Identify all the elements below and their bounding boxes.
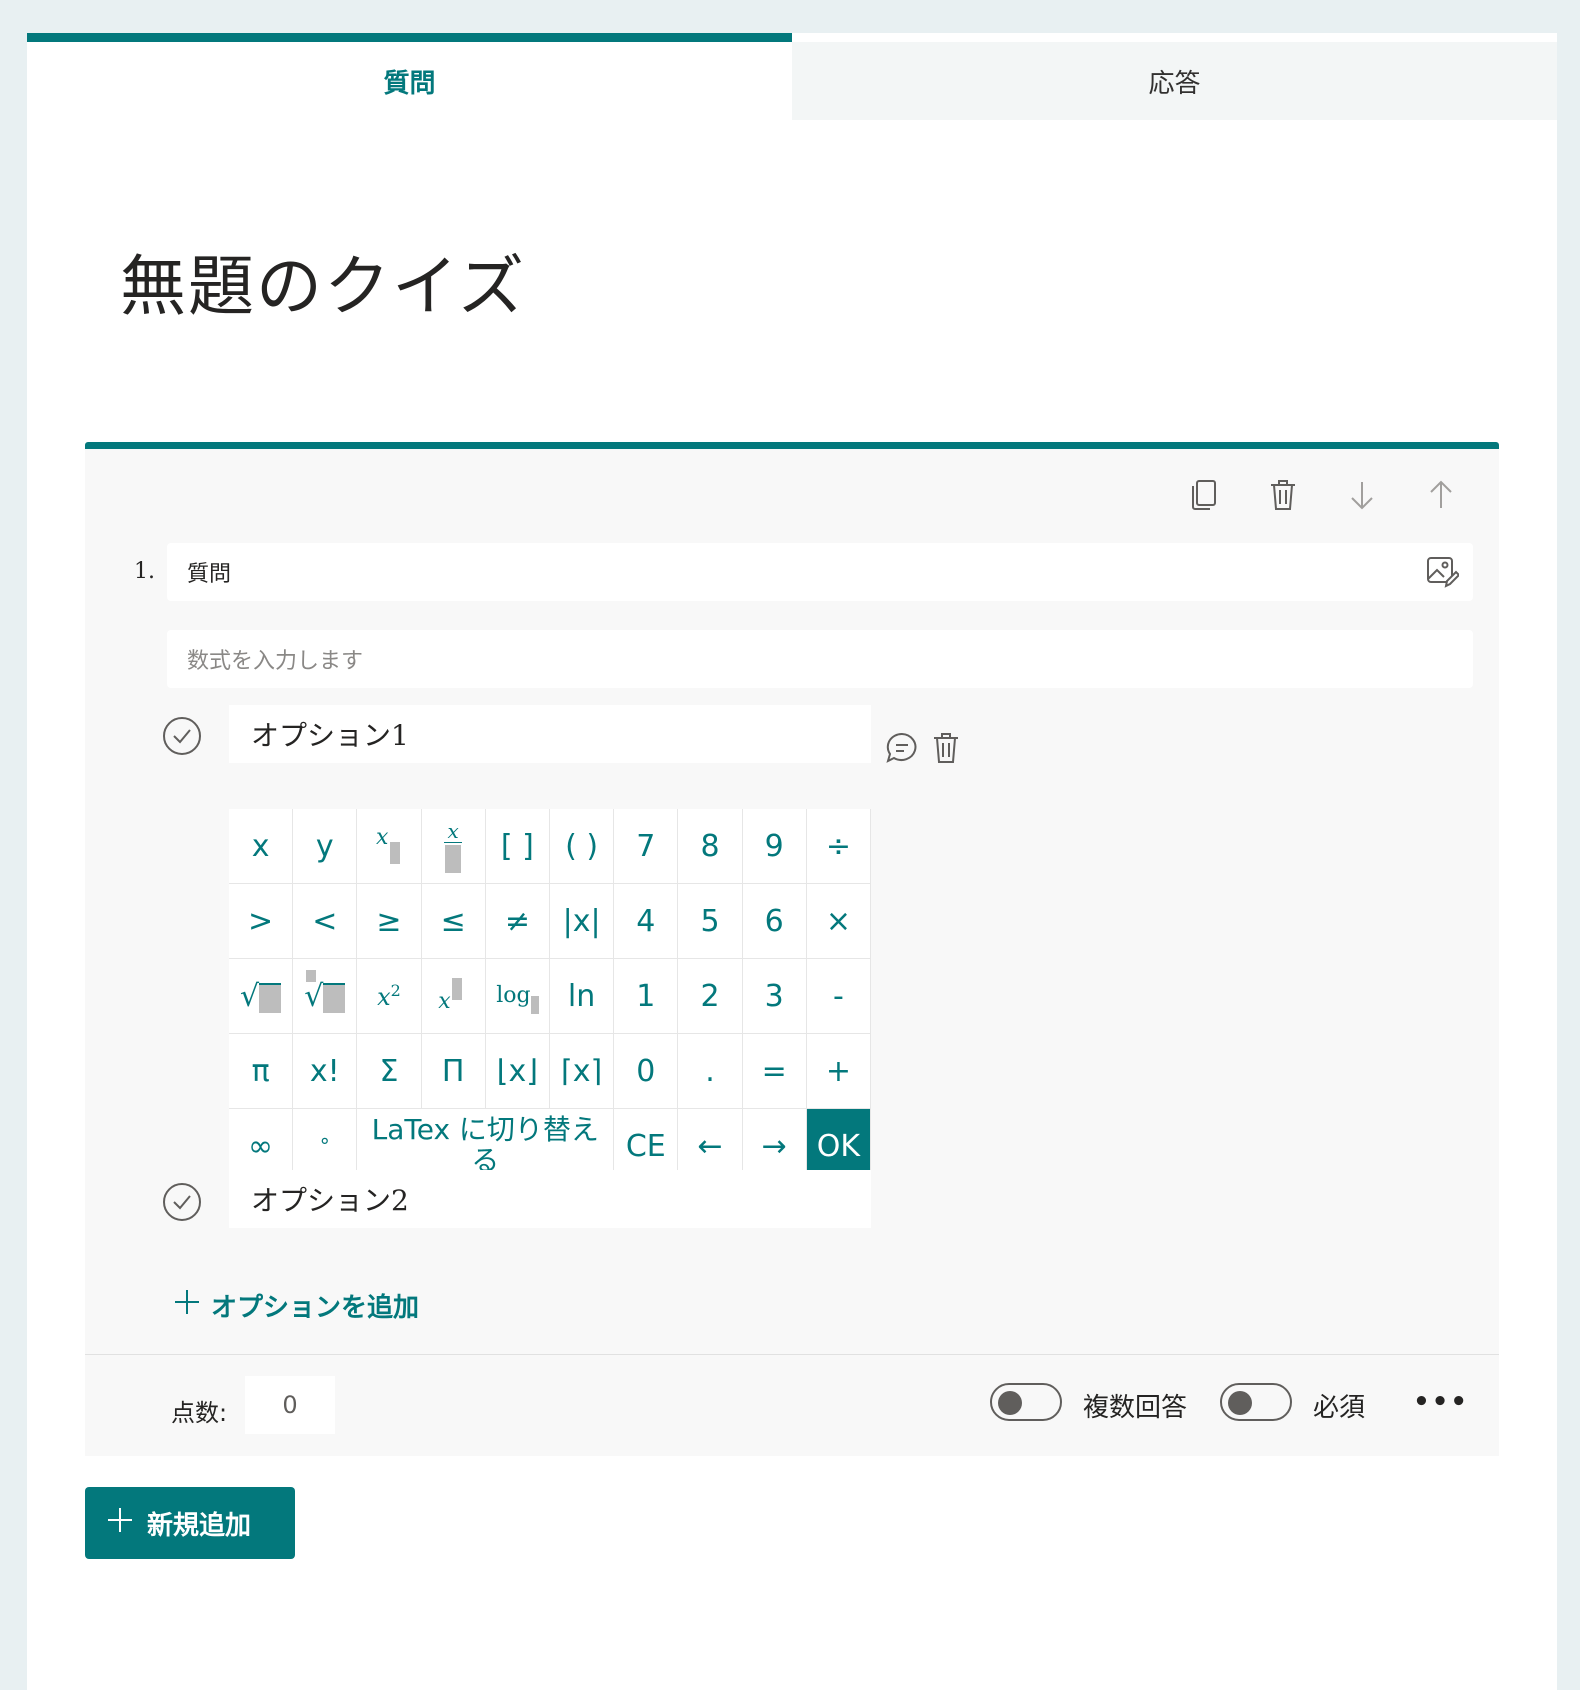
key-factorial[interactable]: x! [293,1034,358,1109]
key-less-equal[interactable]: ≤ [421,884,486,959]
key-greater-equal[interactable]: ≥ [357,884,422,959]
key-log-label: log [496,982,531,1008]
key-5[interactable]: 5 [678,884,743,959]
tab-questions[interactable]: 質問 [27,33,792,120]
key-product[interactable]: Π [421,1034,486,1109]
form-title[interactable]: 無題のクイズ [120,233,526,329]
comment-icon[interactable] [885,731,919,765]
question-card: 1. 質問 数式を入力します オプション1 x y x x [] () 7 … [85,442,1499,1456]
question-number: 1. [134,559,155,584]
tab-responses[interactable]: 応答 [792,42,1557,120]
form-sheet: 質問 応答 無題のクイズ 1. 質問 数式を入力します オプション1 x y x… [27,33,1557,1690]
question-text: 質問 [187,562,232,587]
key-plus[interactable]: + [806,1034,871,1109]
key-fraction[interactable]: x [421,809,486,884]
key-power[interactable]: x [421,959,486,1034]
key-ceil[interactable]: ⌈x⌉ [549,1034,615,1109]
key-divide[interactable]: ÷ [806,809,871,884]
key-square[interactable]: x2 [357,959,422,1034]
add-new-button[interactable]: 新規追加 [85,1487,295,1559]
key-9[interactable]: 9 [742,809,807,884]
key-brackets[interactable]: [ ] [485,809,550,884]
correct-answer-check-1[interactable] [163,717,201,755]
key-1[interactable]: 1 [614,959,679,1034]
key-nth-root[interactable]: √ [293,959,358,1034]
required-label: 必須 [1313,1393,1366,1423]
option-trash-icon[interactable] [931,731,965,765]
key-7[interactable]: 7 [614,809,679,884]
key-greater[interactable]: > [229,884,294,959]
insert-media-icon[interactable] [1425,555,1461,589]
arrow-up-icon[interactable] [1425,479,1457,511]
arrow-down-icon[interactable] [1346,479,1378,511]
multiple-answers-label: 複数回答 [1083,1393,1188,1423]
key-6[interactable]: 6 [742,884,807,959]
add-new-label: 新規追加 [147,1510,252,1541]
plus-icon [107,1507,133,1540]
correct-answer-check-2[interactable] [163,1183,201,1221]
question-footer: 点数: 0 複数回答 必須 ••• [85,1354,1499,1456]
plus-icon [173,1288,201,1323]
key-3[interactable]: 3 [742,959,807,1034]
key-log[interactable]: log [485,959,550,1034]
trash-icon[interactable] [1267,479,1299,511]
key-ln[interactable]: ln [549,959,615,1034]
option-input-1[interactable]: オプション1 [229,705,871,763]
key-abs[interactable]: |x| [549,884,615,959]
key-decimal[interactable]: . [678,1034,743,1109]
key-sum[interactable]: Σ [357,1034,422,1109]
key-minus[interactable]: - [806,959,871,1034]
required-toggle[interactable] [1220,1383,1292,1421]
key-y[interactable]: y [293,809,358,884]
question-toolbar [1188,479,1457,511]
key-not-equal[interactable]: ≠ [485,884,550,959]
add-option-label: オプションを追加 [211,1293,420,1323]
question-input[interactable]: 質問 [167,543,1473,601]
key-4[interactable]: 4 [614,884,679,959]
add-option-button[interactable]: オプションを追加 [173,1287,419,1324]
key-subscript[interactable]: x [357,809,422,884]
multiple-answers-toggle[interactable] [990,1383,1062,1421]
score-input[interactable]: 0 [245,1376,335,1434]
key-pi[interactable]: π [229,1034,294,1109]
key-2[interactable]: 2 [678,959,743,1034]
key-x[interactable]: x [229,809,294,884]
key-0[interactable]: 0 [614,1034,679,1109]
key-floor[interactable]: ⌊x⌋ [485,1034,550,1109]
key-less[interactable]: < [293,884,358,959]
formula-input[interactable]: 数式を入力します [167,630,1473,688]
copy-icon[interactable] [1188,479,1220,511]
key-multiply[interactable]: × [806,884,871,959]
key-parentheses[interactable]: ( ) [549,809,615,884]
score-label: 点数: [171,1399,228,1427]
option-input-2[interactable]: オプション2 [229,1170,871,1228]
option-actions [885,731,965,765]
math-keypad: x y x x [ ] ( ) 7 8 9 ÷ > < ≥ ≤ ≠ |x| 4 … [229,809,871,1187]
more-options-icon[interactable]: ••• [1413,1387,1469,1417]
key-sqrt[interactable]: √ [229,959,294,1034]
tab-bar: 質問 応答 [27,33,1557,120]
key-8[interactable]: 8 [678,809,743,884]
key-equals[interactable]: = [742,1034,807,1109]
